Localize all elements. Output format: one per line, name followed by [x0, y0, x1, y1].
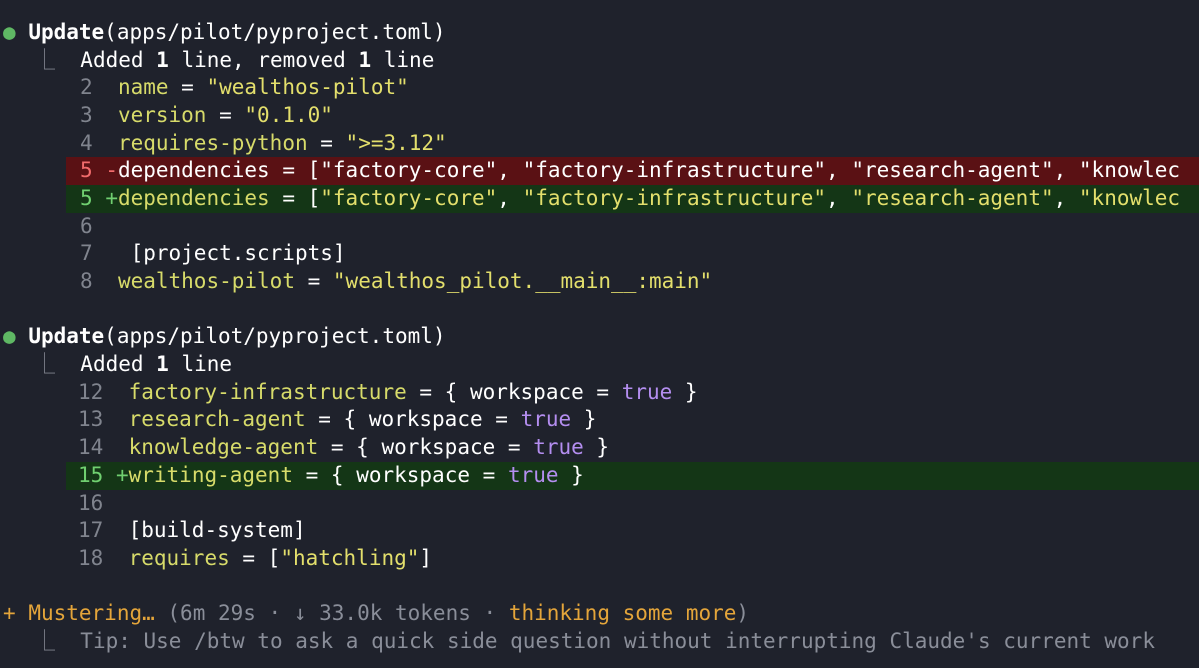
diff-line: 8 wealthos-pilot = "wealthos_pilot.__mai… — [80, 269, 713, 293]
tree-corner-icon: ⎿ — [34, 352, 55, 376]
token-count: 33.0k tokens — [306, 601, 471, 625]
diff-line: 13 research-agent = { workspace = true } — [78, 407, 597, 431]
status-dot-icon: ● — [3, 324, 16, 348]
file-path: (apps/pilot/pyproject.toml) — [104, 20, 446, 44]
status-line: + Mustering… (6m 29s · ↓ 33.0k tokens · … — [3, 601, 750, 625]
diff-summary-2: ⎿ Added 1 line — [34, 352, 233, 376]
diff-line: 6 — [80, 214, 93, 238]
down-arrow-icon: ↓ — [293, 601, 307, 625]
update-verb: Update — [28, 324, 105, 348]
update-verb: Update — [28, 20, 105, 44]
update-header-1: ● Update(apps/pilot/pyproject.toml) — [3, 19, 446, 47]
diff-line: 18 requires = ["hatchling"] — [78, 546, 433, 570]
tree-corner-icon: ⎿ — [34, 629, 55, 653]
diff-line: 14 knowledge-agent = { workspace = true … — [78, 435, 610, 459]
update-header-2: ● Update(apps/pilot/pyproject.toml) — [3, 323, 446, 351]
tip-line: ⎿ Tip: Use /btw to ask a quick side ques… — [34, 628, 1155, 656]
diff-summary-1: ⎿ Added 1 line, removed 1 line — [34, 48, 435, 72]
diff-line: 7 [project.scripts] — [80, 241, 346, 265]
tree-corner-icon: ⎿ — [34, 48, 55, 72]
diff-line: 4 requires-python = ">=3.12" — [80, 131, 447, 155]
thinking-label: thinking some more — [508, 601, 737, 625]
spinner-icon: + — [3, 601, 16, 625]
status-word: Mustering… — [28, 601, 155, 625]
status-dot-icon: ● — [3, 20, 16, 44]
diff-line: 16 — [78, 491, 104, 515]
diff-line: 3 version = "0.1.0" — [80, 103, 333, 127]
added-line: 15 +writing-agent = { workspace = true } — [78, 463, 584, 487]
tip-text: Tip: Use /btw to ask a quick side questi… — [80, 629, 1155, 653]
added-line: 5 +dependencies = ["factory-core", "fact… — [80, 186, 1181, 210]
diff-line: 2 name = "wealthos-pilot" — [80, 75, 409, 99]
file-path: (apps/pilot/pyproject.toml) — [104, 324, 446, 348]
elapsed-time: 6m 29s — [180, 601, 256, 625]
diff-line: 17 [build-system] — [78, 518, 306, 542]
diff-line: 12 factory-infrastructure = { workspace … — [78, 380, 698, 404]
removed-line: 5 -dependencies = ["factory-core", "fact… — [80, 158, 1181, 182]
